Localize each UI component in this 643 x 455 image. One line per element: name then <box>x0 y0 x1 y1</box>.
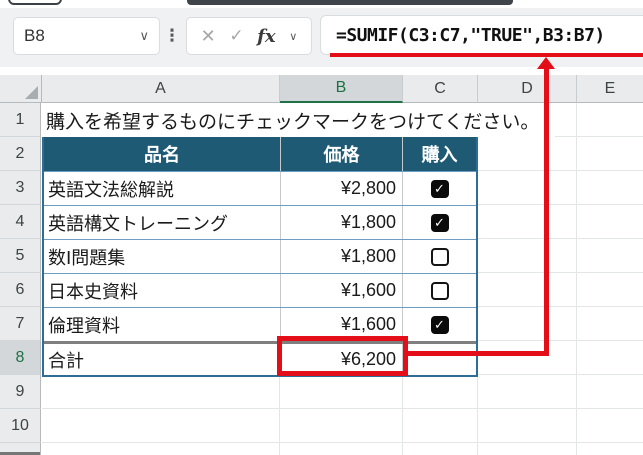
name-box[interactable]: B8 ∨ <box>13 17 160 55</box>
cell-product-name[interactable]: 日本史資料 <box>44 274 281 307</box>
col-header-d[interactable]: D <box>478 75 577 103</box>
col-header-b[interactable]: B <box>280 75 403 103</box>
table-total-row: 合計 ¥6,200 <box>44 341 476 375</box>
row-header-1[interactable]: 1 <box>0 103 41 137</box>
col-header-a[interactable]: A <box>42 75 280 103</box>
col-header-e[interactable]: E <box>577 75 643 103</box>
formula-input[interactable]: =SUMIF(C3:C7,"TRUE",B3:B7) <box>320 15 643 55</box>
table-header-row: 品名 価格 購入 <box>44 137 476 171</box>
table-row: 英語文法総解説 ¥2,800 ✓ <box>44 171 476 205</box>
gridline <box>42 442 643 443</box>
cell-total-label[interactable]: 合計 <box>44 344 281 375</box>
checkbox[interactable]: ✓ <box>430 179 449 198</box>
row-header-3[interactable]: 3 <box>0 171 41 205</box>
annotation-formula-underline <box>330 53 643 57</box>
cell-price[interactable]: ¥1,600 <box>281 274 403 307</box>
annotation-highlight-box-b8 <box>277 336 408 376</box>
table-row: 数Ⅰ問題集 ¥1,800 <box>44 239 476 273</box>
gridline <box>42 408 643 409</box>
more-dots-icon[interactable]: ⋮ <box>164 17 181 55</box>
row-header-10[interactable]: 10 <box>0 409 41 443</box>
annotation-arrow-vertical <box>544 68 549 356</box>
select-all-corner[interactable] <box>0 75 42 103</box>
row-header-8[interactable]: 8 <box>0 341 41 375</box>
cell-price[interactable]: ¥1,800 <box>281 206 403 239</box>
cell-price[interactable]: ¥1,800 <box>281 240 403 273</box>
table-row: 英語構文トレーニング ¥1,800 ✓ <box>44 205 476 239</box>
col-header-c[interactable]: C <box>403 75 478 103</box>
annotation-arrow-horizontal <box>404 351 549 356</box>
cell-checkbox <box>403 240 476 273</box>
checkbox[interactable] <box>430 281 449 300</box>
row-header-4[interactable]: 4 <box>0 205 41 239</box>
ribbon-fragment <box>187 0 513 5</box>
checkbox[interactable]: ✓ <box>430 315 449 334</box>
table-row: 倫理資料 ¥1,600 ✓ <box>44 307 476 341</box>
purchase-table: 品名 価格 購入 英語文法総解説 ¥2,800 ✓ 英語構文トレーニング ¥1,… <box>42 137 478 377</box>
header-cell-purchase[interactable]: 購入 <box>403 137 476 171</box>
formula-text[interactable]: =SUMIF(C3:C7,"TRUE",B3:B7) <box>321 25 605 46</box>
cell-product-name[interactable]: 英語構文トレーニング <box>44 206 281 239</box>
row-header-7[interactable]: 7 <box>0 307 41 341</box>
cell-product-name[interactable]: 数Ⅰ問題集 <box>44 240 281 273</box>
checkbox[interactable]: ✓ <box>430 213 449 232</box>
row-header-5[interactable]: 5 <box>0 239 41 273</box>
cell-price[interactable]: ¥2,800 <box>281 172 403 205</box>
chevron-down-icon[interactable]: ∨ <box>139 28 159 44</box>
insert-function-button[interactable]: fx <box>257 26 275 47</box>
cell-checkbox <box>403 274 476 307</box>
row-header-2[interactable]: 2 <box>0 137 41 171</box>
header-cell-name[interactable]: 品名 <box>44 137 281 171</box>
name-box-value[interactable]: B8 <box>14 26 139 46</box>
enter-button[interactable]: ✓ <box>229 26 243 46</box>
row-header-6[interactable]: 6 <box>0 273 41 307</box>
excel-window: B8 ∨ ⋮ ✕ ✓ fx ∨ =SUMIF(C3:C7,"TRUE",B3:B… <box>0 0 643 455</box>
cell-product-name[interactable]: 英語文法総解説 <box>44 172 281 205</box>
table-row: 日本史資料 ¥1,600 <box>44 273 476 307</box>
cell-checkbox: ✓ <box>403 206 476 239</box>
cell-product-name[interactable]: 倫理資料 <box>44 308 281 341</box>
row-header-9[interactable]: 9 <box>0 375 41 409</box>
ribbon-fragment <box>8 0 62 5</box>
cell-checkbox: ✓ <box>403 172 476 205</box>
cell-a1-instruction[interactable]: 購入を希望するものにチェックマークをつけてください。 <box>42 103 555 137</box>
select-all-triangle-icon <box>25 86 38 99</box>
cell-c8-empty[interactable] <box>403 344 476 375</box>
gridline <box>576 103 577 455</box>
header-cell-price[interactable]: 価格 <box>281 137 403 171</box>
cell-checkbox: ✓ <box>403 308 476 341</box>
cancel-button[interactable]: ✕ <box>201 26 216 47</box>
chevron-down-icon[interactable]: ∨ <box>289 30 297 43</box>
checkbox[interactable] <box>430 247 449 266</box>
formula-buttons-group: ✕ ✓ fx ∨ <box>186 17 312 55</box>
